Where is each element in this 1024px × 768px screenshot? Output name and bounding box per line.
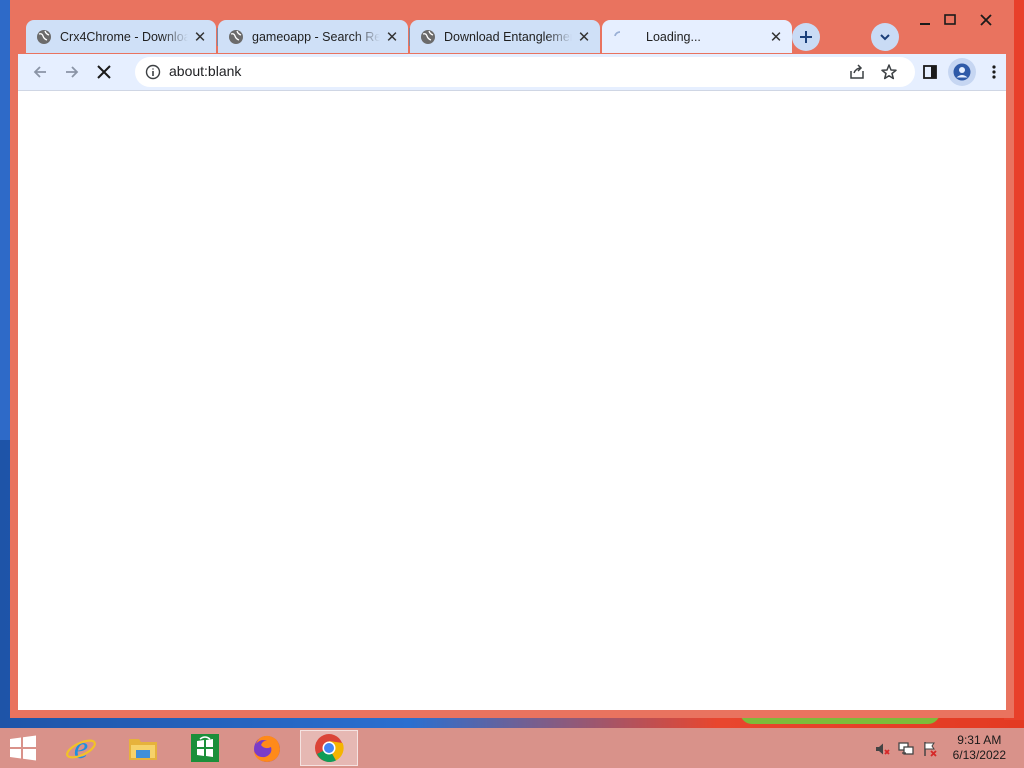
arrow-left-icon <box>33 66 46 78</box>
speaker-muted-icon[interactable] <box>874 741 890 757</box>
globe-icon <box>228 29 244 45</box>
address-bar[interactable]: about:blank <box>135 57 915 87</box>
close-icon[interactable]: ✕ <box>768 29 784 46</box>
close-icon[interactable]: ✕ <box>192 29 208 46</box>
close-icon <box>980 14 992 26</box>
tab-download-entanglement[interactable]: Download Entanglemen ✕ <box>410 20 600 53</box>
clock-time: 9:31 AM <box>957 733 1002 747</box>
close-window-button[interactable] <box>963 8 1009 32</box>
maximize-button[interactable] <box>935 8 965 32</box>
taskbar: e 9:31 AM 6/13/2022 <box>0 728 1024 768</box>
tab-title: gameoapp - Search Res <box>252 29 380 44</box>
tab-gameoapp[interactable]: gameoapp - Search Res ✕ <box>218 20 408 53</box>
chevron-down-icon <box>880 34 890 41</box>
tab-strip: Crx4Chrome - Download ✕ gameoapp - Searc… <box>10 0 1014 54</box>
arrow-right-icon <box>66 66 79 78</box>
forward-button[interactable] <box>58 58 86 86</box>
windows-start-icon[interactable] <box>8 734 38 762</box>
svg-text:e: e <box>74 731 88 765</box>
browser-toolbar: about:blank <box>18 54 1006 90</box>
side-panel-icon <box>923 65 937 79</box>
kebab-menu-icon <box>992 65 996 79</box>
tab-crx4chrome[interactable]: Crx4Chrome - Download ✕ <box>26 20 216 53</box>
internet-explorer-icon[interactable]: e <box>52 730 110 766</box>
tab-search-button[interactable] <box>871 23 899 51</box>
address-text[interactable]: about:blank <box>169 63 241 79</box>
side-panel-button[interactable] <box>916 58 944 86</box>
back-button[interactable] <box>26 58 54 86</box>
loading-spinner-icon <box>612 29 628 45</box>
close-icon <box>97 65 111 79</box>
stop-loading-button[interactable] <box>90 58 118 86</box>
clock-date: 6/13/2022 <box>952 748 1006 762</box>
tab-title: Download Entanglemen <box>444 29 572 44</box>
maximize-icon <box>944 14 956 25</box>
profile-button[interactable] <box>948 58 976 86</box>
minimize-icon <box>920 23 930 25</box>
action-center-flag-icon[interactable] <box>922 741 938 757</box>
chrome-icon[interactable] <box>300 730 358 766</box>
new-tab-button[interactable] <box>792 23 820 51</box>
close-icon[interactable]: ✕ <box>576 29 592 46</box>
menu-button[interactable] <box>980 58 1008 86</box>
page-content[interactable] <box>18 90 1006 710</box>
share-icon[interactable] <box>847 62 867 82</box>
avatar-icon <box>953 63 971 81</box>
globe-icon <box>420 29 436 45</box>
bookmark-star-icon[interactable] <box>879 62 899 82</box>
tab-title: Loading... <box>646 29 701 44</box>
network-icon[interactable] <box>898 741 914 757</box>
tab-loading[interactable]: Loading... ✕ <box>602 20 792 53</box>
tab-title: Crx4Chrome - Download <box>60 29 188 44</box>
firefox-icon[interactable] <box>238 730 296 766</box>
close-icon[interactable]: ✕ <box>384 29 400 46</box>
store-icon[interactable] <box>176 730 234 766</box>
system-clock[interactable]: 9:31 AM 6/13/2022 <box>953 733 1006 763</box>
plus-icon <box>800 31 812 43</box>
info-icon[interactable] <box>145 64 161 80</box>
browser-window: Crx4Chrome - Download ✕ gameoapp - Searc… <box>10 0 1014 718</box>
file-explorer-icon[interactable] <box>114 730 172 766</box>
globe-icon <box>36 29 52 45</box>
